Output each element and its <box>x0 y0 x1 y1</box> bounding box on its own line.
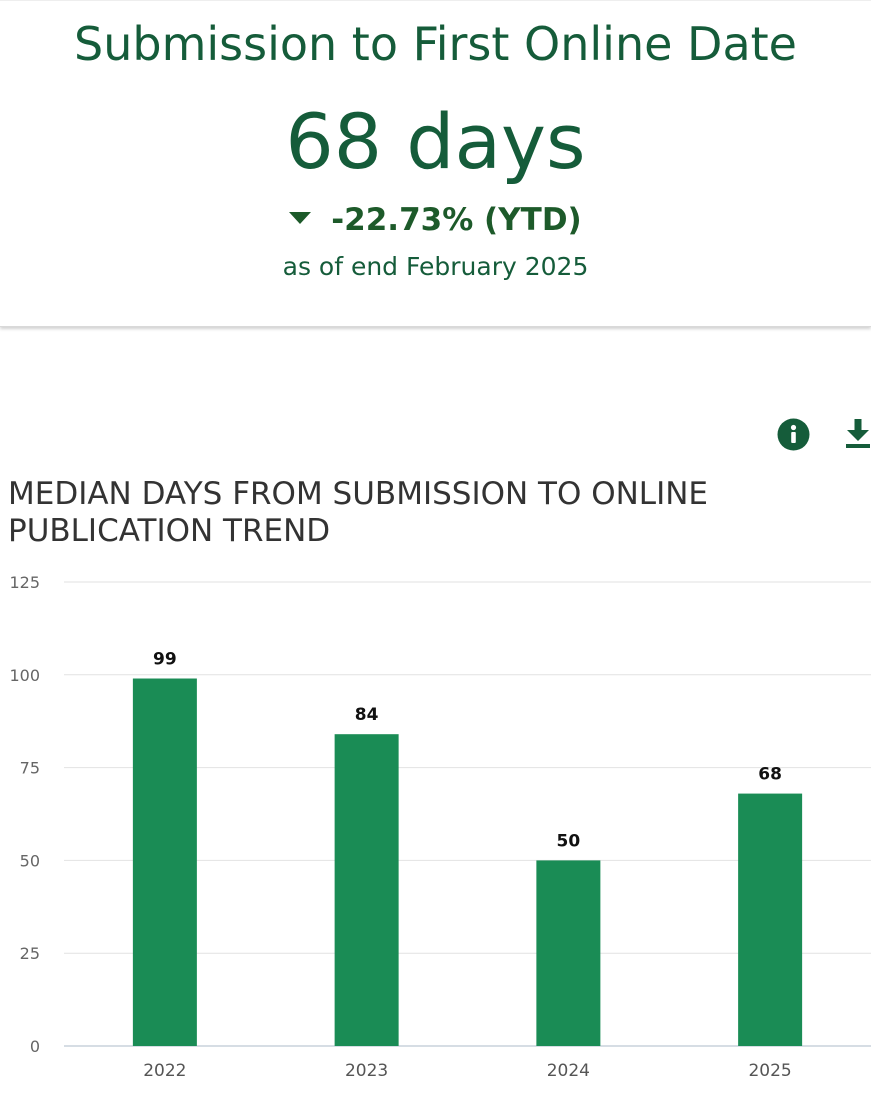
x-tick-label: 2023 <box>345 1061 388 1081</box>
data-label: 84 <box>355 705 379 725</box>
y-tick-label: 100 <box>9 666 40 685</box>
info-icon[interactable] <box>777 418 810 451</box>
y-tick-label: 75 <box>20 759 40 778</box>
chart-title: MEDIAN DAYS FROM SUBMISSION TO ONLINE PU… <box>8 476 708 549</box>
triangle-down-icon <box>289 211 312 224</box>
x-tick-label: 2022 <box>143 1061 186 1081</box>
y-tick-label: 0 <box>30 1037 40 1056</box>
data-label: 68 <box>758 765 782 785</box>
y-tick-label: 25 <box>20 944 40 963</box>
bar <box>738 793 803 1046</box>
x-tick-label: 2025 <box>748 1061 791 1081</box>
bar <box>132 678 197 1046</box>
bar-chart: 0 25 50 75 100 125 99 2022 84 2023 50 2024 68 2025 <box>9 573 871 1081</box>
card-change: -22.73% (YTD) <box>0 202 871 238</box>
change-text: -22.73% (YTD) <box>331 202 582 238</box>
summary-card: Submission to First Online Date 68 days … <box>0 0 871 327</box>
bar <box>334 734 399 1046</box>
card-title: Submission to First Online Date <box>74 17 797 71</box>
as-of-date: as of end February 2025 <box>282 252 589 281</box>
y-tick-label: 50 <box>20 851 40 870</box>
y-tick-label: 125 <box>9 573 40 592</box>
download-icon[interactable] <box>845 419 871 449</box>
x-tick-label: 2024 <box>547 1061 590 1081</box>
bar <box>536 860 601 1046</box>
data-label: 99 <box>153 650 177 670</box>
data-label: 50 <box>557 831 581 851</box>
card-value: 68 days <box>285 97 586 186</box>
